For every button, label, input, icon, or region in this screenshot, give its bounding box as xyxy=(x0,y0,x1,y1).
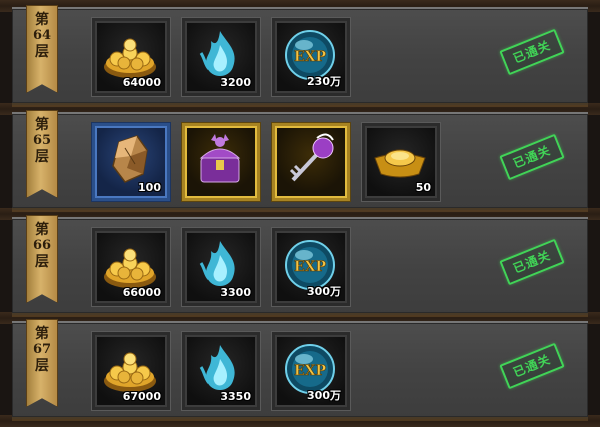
reward-slot-gold-coins[interactable]: 67000 xyxy=(92,332,170,410)
banner-char-di: 第 xyxy=(35,12,49,28)
cleared-stamp: 已通关 xyxy=(499,238,565,286)
banner-floor-number: 65 xyxy=(32,133,52,148)
floor-row: 第 66 层 66000 3300 EXP 300万 已通关 xyxy=(12,215,588,317)
purple-treasure-chest-icon xyxy=(199,134,241,183)
reward-quantity: 3350 xyxy=(220,390,251,403)
reward-slot-ore[interactable]: 100 xyxy=(92,123,170,201)
reward-slot-gold-ingot[interactable]: 50 xyxy=(362,123,440,201)
reward-quantity: 67000 xyxy=(122,390,161,403)
banner-floor-number: 67 xyxy=(32,342,52,357)
banner-floor-number: 64 xyxy=(32,28,52,43)
reward-slot-soul-flame[interactable]: 3350 xyxy=(182,332,260,410)
floor-row: 第 65 层 100 50 已通关 xyxy=(12,110,588,212)
banner-char-di: 第 xyxy=(35,326,49,342)
reward-slot-soul-flame[interactable]: 3300 xyxy=(182,228,260,306)
exp-label: EXP xyxy=(294,49,327,65)
reward-slot-chest[interactable] xyxy=(182,123,260,201)
floor-row: 第 67 层 67000 3350 EXP 300万 已通关 xyxy=(12,319,588,421)
reward-slot-soul-flame[interactable]: 3200 xyxy=(182,18,260,96)
floor-banner: 第 65 层 xyxy=(26,110,58,198)
banner-char-di: 第 xyxy=(35,222,49,238)
reward-quantity: 230万 xyxy=(307,75,341,88)
reward-slot-gold-coins[interactable]: 64000 xyxy=(92,18,170,96)
reward-slot-exp[interactable]: EXP 300万 xyxy=(272,332,350,410)
banner-char-ceng: 层 xyxy=(35,149,49,165)
purple-key-icon xyxy=(289,133,334,182)
exp-label: EXP xyxy=(294,259,327,275)
banner-char-di: 第 xyxy=(35,117,49,133)
cleared-stamp: 已通关 xyxy=(499,28,565,76)
reward-quantity: 3300 xyxy=(220,286,251,299)
floor-banner: 第 64 层 xyxy=(26,5,58,93)
banner-floor-number: 66 xyxy=(32,238,52,253)
reward-slot-exp[interactable]: EXP 230万 xyxy=(272,18,350,96)
banner-char-ceng: 层 xyxy=(35,44,49,60)
cleared-stamp: 已通关 xyxy=(499,342,565,390)
reward-quantity: 50 xyxy=(415,181,431,194)
reward-quantity: 66000 xyxy=(122,286,161,299)
reward-slot-exp[interactable]: EXP 300万 xyxy=(272,228,350,306)
floor-banner: 第 66 层 xyxy=(26,215,58,303)
reward-quantity: 64000 xyxy=(122,76,161,89)
reward-slot-key[interactable] xyxy=(272,123,350,201)
reward-quantity: 100 xyxy=(138,181,161,194)
cleared-stamp: 已通关 xyxy=(499,133,565,181)
floor-banner: 第 67 层 xyxy=(26,319,58,407)
reward-slot-gold-coins[interactable]: 66000 xyxy=(92,228,170,306)
banner-char-ceng: 层 xyxy=(35,358,49,374)
floor-row: 第 64 层 64000 3200 EXP 230万 已通关 xyxy=(12,5,588,107)
reward-quantity: 300万 xyxy=(307,285,341,298)
exp-label: EXP xyxy=(294,363,327,379)
reward-quantity: 300万 xyxy=(307,389,341,402)
banner-char-ceng: 层 xyxy=(35,254,49,270)
reward-quantity: 3200 xyxy=(220,76,251,89)
